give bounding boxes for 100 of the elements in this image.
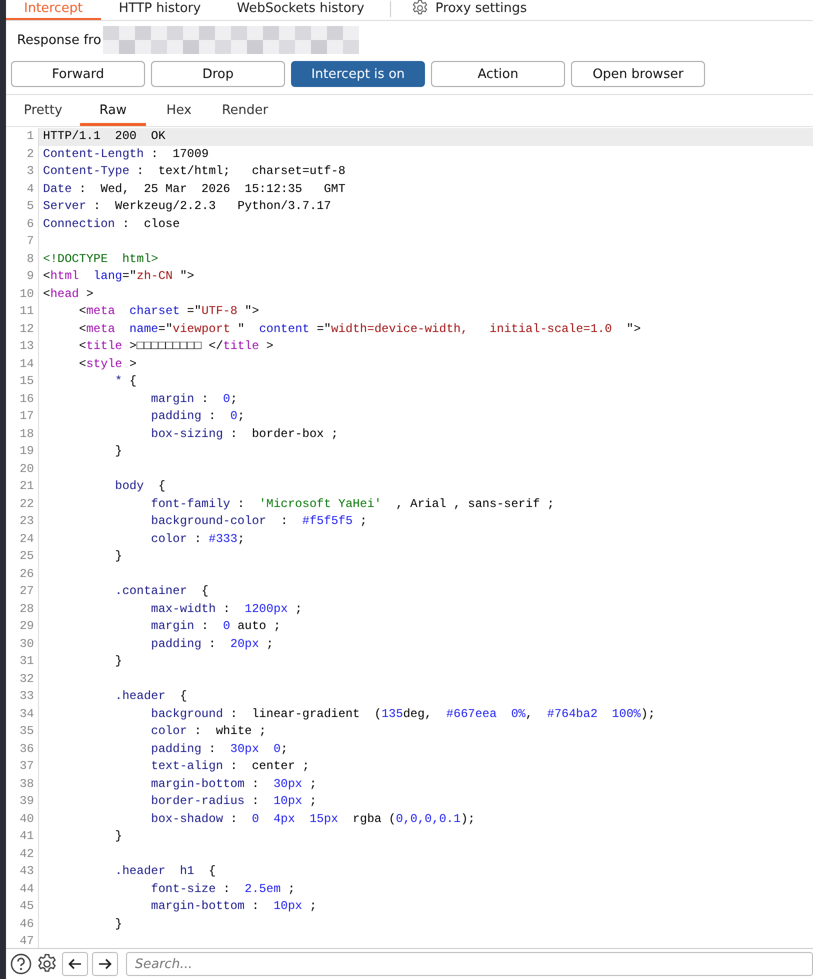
code-token: }	[114, 444, 122, 458]
code-token: >	[265, 339, 274, 353]
code-token: : Werkzeug/2.2.3 Python/3.7.17	[92, 199, 332, 213]
toolbar-button[interactable]: Action	[431, 61, 565, 87]
code-token: ;	[237, 532, 245, 546]
code-token: ;	[265, 636, 274, 650]
line-number: 30	[6, 636, 39, 653]
code-token: ">	[625, 322, 641, 336]
code-token: ;	[308, 899, 317, 913]
code-token: :	[222, 882, 232, 896]
code-token: UTF-8	[201, 304, 238, 318]
code-token: content	[259, 322, 310, 336]
code-token: 0	[223, 392, 230, 406]
code-token: 1200px	[244, 602, 288, 616]
code-token: lang	[92, 269, 122, 283]
code-token: margin	[150, 619, 194, 633]
line-number: 36	[6, 740, 39, 758]
code-token: font-size	[150, 882, 216, 896]
line-number: 27	[6, 583, 39, 600]
code-token: .header	[114, 689, 166, 703]
line-number: 22	[6, 496, 39, 513]
code-token: <	[43, 286, 50, 300]
line-number: 37	[6, 758, 39, 776]
code-token: #f5f5f5	[302, 514, 353, 528]
code-token: ="	[186, 304, 202, 318]
code-token: }	[114, 549, 122, 563]
code-token: Connection	[43, 216, 116, 230]
code-token: :	[250, 794, 260, 808]
code-token: {	[178, 689, 188, 703]
line-number: 13	[6, 338, 39, 356]
view-tab[interactable]: Render	[212, 103, 278, 126]
line-number: 29	[6, 618, 39, 636]
line-number: 41	[6, 828, 39, 846]
toolbar-button[interactable]: Forward	[11, 61, 145, 87]
code-token: style	[86, 356, 122, 370]
code-token: :	[236, 496, 246, 510]
code-token: background	[150, 706, 224, 720]
code-token: 135	[381, 706, 404, 720]
code-token: :	[200, 619, 210, 633]
code-token: <	[78, 322, 86, 336]
code-token: 30px 0	[230, 742, 281, 756]
response-from-label: Response fro	[17, 32, 102, 48]
settings-icon	[411, 0, 430, 17]
line-number: 3	[6, 163, 39, 180]
code-token: ;	[286, 882, 296, 896]
code-token: >	[128, 356, 137, 370]
code-token: Server	[43, 199, 86, 213]
code-token: width=device-width, initial-scale=1.0	[331, 322, 612, 336]
code-token: 0 4px 15px	[252, 812, 338, 826]
code-token: Content-Length	[43, 146, 144, 160]
code-token: color	[150, 724, 188, 738]
code-token: meta	[86, 304, 116, 318]
line-number: 38	[6, 776, 39, 793]
code-token: deg,	[403, 706, 433, 720]
line-number: 39	[6, 793, 39, 810]
toolbar-button[interactable]: Intercept is on	[291, 61, 425, 87]
line-number: 8	[6, 250, 39, 268]
forward-button[interactable]	[92, 952, 118, 976]
line-number: 6	[6, 216, 39, 233]
code-token: :	[280, 514, 289, 528]
code-token: head	[50, 286, 80, 300]
code-token: margin-bottom	[150, 776, 245, 790]
code-token: : close	[121, 216, 180, 230]
code-token: }	[114, 654, 122, 668]
code-token: <!DOCTYPE html>	[43, 252, 158, 266]
line-number: 18	[6, 426, 39, 443]
line-number: 9	[6, 268, 39, 286]
code-token: ;	[237, 409, 245, 423]
code-token: font-family	[150, 496, 230, 510]
code-token: .header h1	[114, 864, 194, 878]
line-number: 43	[6, 863, 39, 880]
line-number: 28	[6, 600, 39, 618]
proxy-tab[interactable]: WebSockets history	[218, 0, 382, 20]
search-field[interactable]: Search...	[126, 952, 813, 976]
code-token: ;	[294, 602, 302, 616]
proxy-tab[interactable]: HTTP history	[100, 0, 219, 20]
code-token: );	[640, 706, 656, 720]
settings-icon[interactable]	[36, 953, 58, 975]
line-number: 12	[6, 320, 39, 338]
view-tab[interactable]: Pretty	[11, 103, 75, 126]
line-number: 2	[6, 146, 39, 163]
code-token: "	[236, 322, 246, 336]
back-button[interactable]	[62, 952, 88, 976]
toolbar-button[interactable]: Drop	[151, 61, 285, 87]
code-token: {	[157, 479, 166, 493]
code-token: zh-CN	[136, 269, 173, 283]
code-token: :	[208, 409, 217, 423]
code-token: #333	[208, 532, 238, 546]
toolbar-button[interactable]: Open browser	[571, 61, 705, 87]
proxy-settings-button[interactable]: Proxy settings	[399, 0, 545, 20]
code-token: body	[114, 479, 144, 493]
code-token: max-width	[150, 602, 216, 616]
code-token: :	[208, 636, 217, 650]
code-token: padding	[150, 409, 202, 423]
code-token: : linear-gradient (	[229, 706, 382, 720]
line-number: 7	[6, 233, 39, 250]
code-token: .container	[114, 584, 188, 598]
code-token: >	[85, 286, 94, 300]
view-tab[interactable]: Hex	[146, 103, 212, 126]
help-icon[interactable]	[10, 953, 32, 975]
